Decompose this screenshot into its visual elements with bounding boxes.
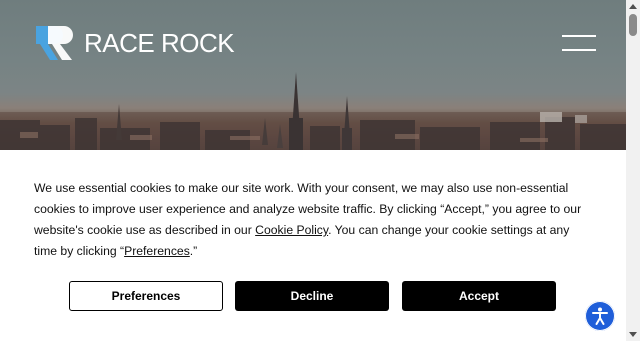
scrollbar-thumb[interactable]: [629, 14, 637, 36]
accessibility-icon: [592, 307, 608, 325]
hamburger-menu-icon[interactable]: [562, 32, 598, 54]
page-scrollbar[interactable]: [626, 0, 640, 341]
decline-button[interactable]: Decline: [235, 281, 389, 311]
accessibility-button[interactable]: [585, 301, 615, 331]
menu-line-top: [562, 35, 596, 37]
city-skyline-image: [0, 72, 626, 150]
preferences-button[interactable]: Preferences: [69, 281, 223, 311]
hero-background: [0, 0, 626, 150]
race-rock-r-logo-icon: [36, 26, 73, 60]
cookie-text-part3: .”: [189, 244, 198, 258]
accept-button[interactable]: Accept: [402, 281, 556, 311]
cookie-consent-banner: We use essential cookies to make our sit…: [0, 150, 626, 341]
scroll-up-arrow-icon[interactable]: [629, 4, 637, 9]
scroll-down-arrow-icon[interactable]: [629, 332, 637, 337]
menu-line-bottom: [562, 49, 596, 51]
preferences-link[interactable]: Preferences: [124, 244, 190, 258]
brand-name: RACE ROCK: [84, 27, 235, 58]
cookie-policy-link[interactable]: Cookie Policy: [255, 223, 328, 237]
site-logo[interactable]: RACE ROCK: [34, 24, 235, 62]
cookie-consent-text: We use essential cookies to make our sit…: [34, 178, 594, 262]
